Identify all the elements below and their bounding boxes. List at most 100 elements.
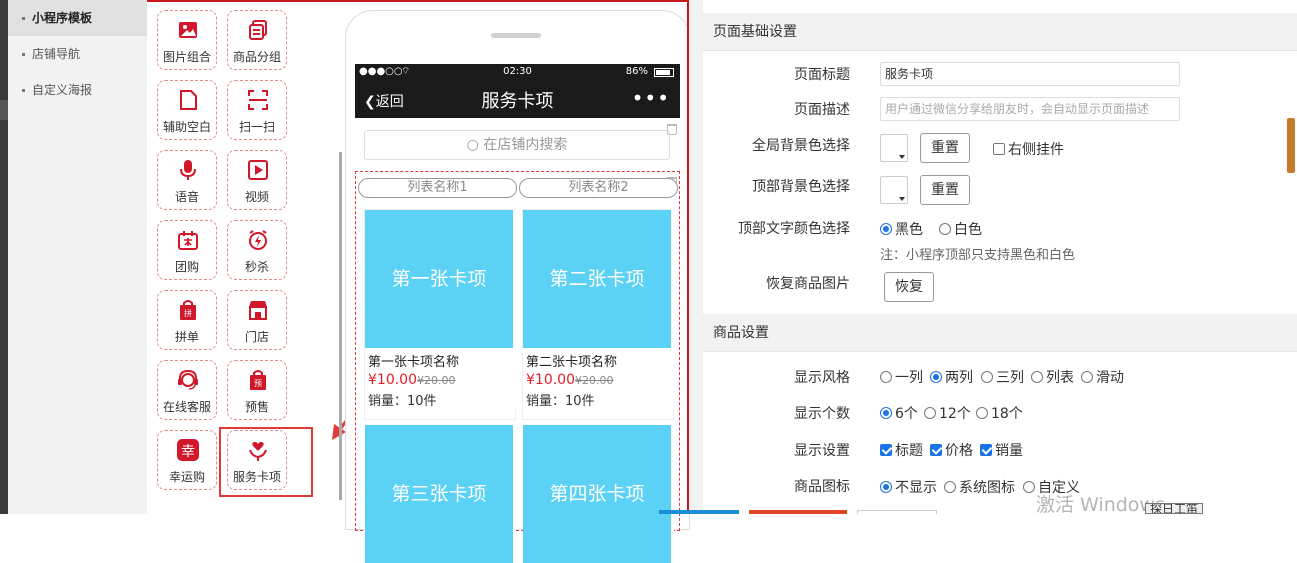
right-widget-checkbox[interactable]: 右侧挂件 [993, 139, 1064, 159]
phone-title-bar: ❮返回 服务卡项 ••• [355, 81, 680, 118]
svg-text:幸: 幸 [181, 444, 195, 460]
widget-label: 在线客服 [162, 400, 211, 414]
template-nav: 小程序模板 店铺导航 自定义海报 [8, 0, 147, 514]
page-settings-header: 页面基础设置 [703, 13, 1297, 51]
widget-flash-sale[interactable]: 秒杀 [227, 220, 287, 280]
radio-white[interactable]: 白色 [939, 219, 982, 239]
nav-item-label: 自定义海报 [32, 83, 93, 97]
count-option-12[interactable]: 12个 [924, 403, 971, 423]
display-title-checkbox[interactable]: 标题 [880, 440, 923, 460]
nav-item-mini-program-template[interactable]: 小程序模板 [8, 0, 147, 36]
page-desc-input[interactable]: 用户通过微信分享给朋友时，会自动显示页面描述 [880, 97, 1180, 121]
alarm-clock-icon [249, 230, 267, 250]
bottom-button-blue[interactable] [659, 510, 739, 514]
battery-level: 86% [625, 66, 648, 77]
palette-scrollbar[interactable] [339, 152, 342, 500]
product-settings-header: 商品设置 [703, 314, 1297, 352]
widget-presale[interactable]: 预 预售 [227, 360, 287, 420]
widget-store[interactable]: 门店 [227, 290, 287, 350]
list-tab-2[interactable]: 列表名称2 [519, 178, 678, 198]
product-card[interactable]: 第四张卡项 [523, 425, 674, 563]
lucky-icon: 幸 [177, 439, 199, 461]
widget-label: 辅助空白 [162, 120, 211, 134]
outer-sidebar [0, 0, 8, 514]
widget-scan[interactable]: 扫一扫 [227, 80, 287, 140]
product-group-icon [249, 20, 267, 40]
card-price: ¥10.00¥20.00 [526, 372, 614, 388]
style-option-three-columns[interactable]: 三列 [981, 367, 1024, 387]
display-sales-checkbox[interactable]: 销量 [980, 440, 1023, 460]
nav-item-label: 小程序模板 [32, 11, 93, 25]
svg-text:拼: 拼 [184, 308, 192, 318]
checkbox [993, 143, 1005, 155]
blank-page-icon [180, 90, 197, 110]
settings-scrollbar[interactable] [1287, 118, 1295, 173]
restore-button[interactable]: 恢复 [884, 272, 934, 302]
top-bg-reset-button[interactable]: 重置 [920, 175, 970, 205]
widget-label: 门店 [244, 330, 269, 344]
top-bg-label: 顶部背景色选择 [752, 179, 850, 195]
card-image: 第四张卡项 [523, 425, 671, 563]
widget-image-group[interactable]: 图片组合 [157, 10, 217, 70]
product-card[interactable]: 第一张卡项 第一张卡项名称 ¥10.00¥20.00 销量：10件 [365, 210, 516, 409]
widget-product-group[interactable]: 商品分组 [227, 10, 287, 70]
list-tab-1[interactable]: 列表名称1 [358, 178, 517, 198]
count-option-6[interactable]: 6个 [880, 403, 918, 423]
more-icon[interactable]: ••• [632, 86, 670, 110]
status-bar: ●●●○○ ⌔ 02:30 86% [355, 64, 680, 81]
widget-label: 图片组合 [162, 50, 211, 64]
svg-text:预: 预 [254, 378, 262, 388]
style-option-one-column[interactable]: 一列 [880, 367, 923, 387]
top-text-color-label: 顶部文字颜色选择 [738, 221, 850, 237]
search-placeholder: 在店铺内搜索 [483, 137, 568, 153]
display-settings-label: 显示设置 [794, 443, 850, 459]
style-option-list[interactable]: 列表 [1031, 367, 1074, 387]
widget-group-buy[interactable]: 团购 [157, 220, 217, 280]
card-image: 第二张卡项 [523, 210, 671, 348]
icon-option-none[interactable]: 不显示 [880, 477, 937, 497]
widget-voice[interactable]: 语音 [157, 150, 217, 210]
card-name: 第二张卡项名称 [526, 355, 618, 370]
widget-blank-space[interactable]: 辅助空白 [157, 80, 217, 140]
search-icon: ○ [466, 137, 479, 153]
product-card[interactable]: 第三张卡项 [365, 425, 516, 563]
image-group-icon [179, 22, 197, 38]
page-title-input[interactable]: 服务卡项 [880, 62, 1180, 86]
microphone-icon [180, 160, 196, 180]
global-bg-color-picker[interactable] [880, 134, 908, 162]
battery-icon [654, 68, 674, 77]
style-option-slide[interactable]: 滑动 [1081, 367, 1124, 387]
global-bg-reset-button[interactable]: 重置 [920, 133, 970, 163]
radio-black[interactable]: 黑色 [880, 219, 923, 239]
display-price-checkbox[interactable]: 价格 [930, 440, 973, 460]
nav-item-label: 店铺导航 [32, 47, 81, 61]
taskbar-item[interactable]: 探日工笛 [1145, 503, 1204, 514]
icon-option-system[interactable]: 系统图标 [944, 477, 1015, 497]
widget-palette: 图片组合 商品分组 辅助空白 扫一扫 语音 视频 团购 秒杀 拼 拼单 门店 在… [147, 0, 362, 514]
widget-group-order[interactable]: 拼 拼单 [157, 290, 217, 350]
product-icon-label: 商品图标 [794, 479, 850, 495]
scan-icon [248, 90, 268, 110]
store-icon [249, 301, 267, 320]
bottom-button-plain[interactable] [857, 510, 937, 514]
product-list-block[interactable]: 列表名称1 列表名称2 第一张卡项 第一张卡项名称 ¥10.00¥20.00 销… [355, 171, 680, 563]
count-option-18[interactable]: 18个 [976, 403, 1023, 423]
phone-preview: ●●●○○ ⌔ 02:30 86% ❮返回 服务卡项 ••• ○ 在店铺内搜索 … [345, 10, 690, 563]
display-style-label: 显示风格 [794, 370, 850, 386]
widget-lucky-buy[interactable]: 幸 幸运购 [157, 430, 217, 490]
nav-item-store-navigation[interactable]: 店铺导航 [8, 36, 147, 72]
style-option-two-columns[interactable]: 两列 [930, 367, 973, 387]
widget-label: 拼单 [174, 330, 199, 344]
nav-item-custom-poster[interactable]: 自定义海报 [8, 72, 147, 108]
product-card[interactable]: 第二张卡项 第二张卡项名称 ¥10.00¥20.00 销量：10件 [523, 210, 674, 409]
widget-online-service[interactable]: 在线客服 [157, 360, 217, 420]
widget-video[interactable]: 视频 [227, 150, 287, 210]
card-name: 第一张卡项名称 [368, 355, 460, 370]
panel-gap [689, 0, 703, 514]
settings-panel: 页面基础设置 页面标题 服务卡项 页面描述 用户通过微信分享给朋友时，会自动显示… [703, 0, 1297, 514]
highlight-box [219, 427, 313, 497]
bottom-button-red[interactable] [749, 510, 847, 514]
store-search-input[interactable]: ○ 在店铺内搜索 [364, 130, 670, 160]
top-bg-color-picker[interactable] [880, 176, 908, 204]
video-icon [248, 160, 268, 180]
